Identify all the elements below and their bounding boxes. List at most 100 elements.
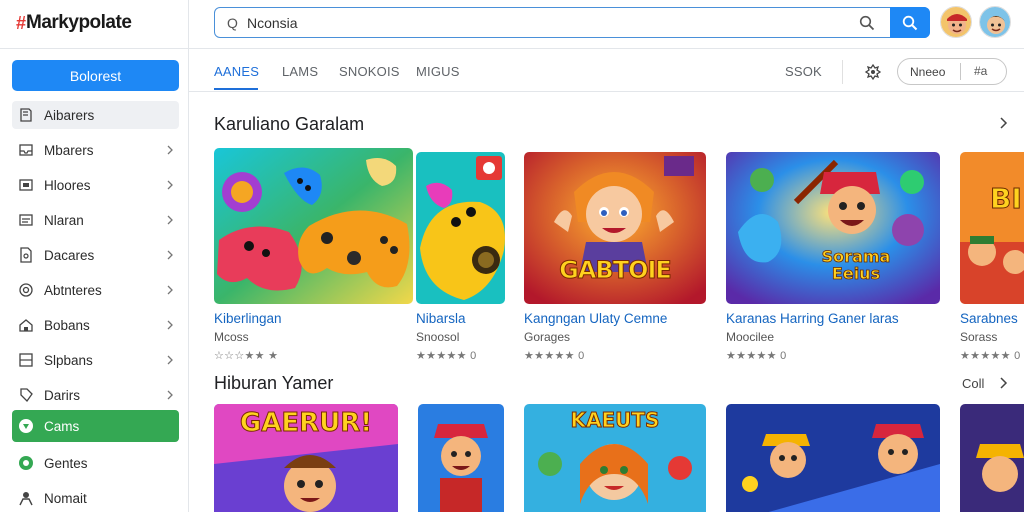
sidebar-item-abtnteres[interactable]: Abtnteres [12,276,179,304]
game-card[interactable]: Sorama Eeius Karanas Harring Ganer laras … [726,152,940,362]
settings-icon[interactable] [864,63,882,81]
game-title[interactable]: Karanas Harring Ganer laras [726,311,899,326]
game-card[interactable]: Nibarsla Snoosol ★★★★★ 0 [416,152,506,362]
sidebar-item-label: Cams [44,418,80,434]
header-divider [189,48,1024,49]
house-icon [18,317,34,333]
game-card[interactable]: Kiberlingan Mcoss ☆☆☆★★ ★ [214,148,414,363]
chevron-right-icon [167,390,173,400]
game-title[interactable]: Sarabnes [960,311,1018,326]
game-title[interactable]: Kangngan Ulaty Cemne [524,311,667,326]
sidebar-item-darirs[interactable]: Darirs [12,381,179,409]
search-icon [902,15,918,30]
see-all-link[interactable]: Coll [962,376,984,391]
game-card[interactable] [960,404,1024,512]
sidebar-item-nlaran[interactable]: Nlaran [12,206,179,234]
sidebar-item-label: Mbarers [44,142,94,158]
sidebar-item-mbarers[interactable]: Mbarers [12,136,179,164]
search-bar[interactable]: Q [214,7,930,38]
filter-toggle-label: Nneeo [910,64,946,79]
section-next-icon[interactable] [998,117,1008,129]
game-card[interactable]: GAERUR! [214,404,398,512]
search-prefix: Q [227,15,238,31]
tag-icon [18,387,34,403]
game-rating: ★★★★★ 0 [524,350,585,362]
game-card[interactable] [418,404,504,512]
filter-icon: #a [974,64,988,78]
chevron-right-icon [167,180,173,190]
game-thumbnail [726,404,940,512]
game-thumbnail: Sorama Eeius [726,152,940,304]
sidebar-item-nomait[interactable]: Nomait [12,484,179,512]
sidebar-item-label: Gentes [44,455,88,471]
app-logo[interactable]: # Markypolate [16,10,132,36]
thumbnail-banner-text: KAEUTS [570,408,660,433]
active-tab-indicator [214,88,258,90]
game-thumbnail [416,152,505,304]
game-card[interactable]: KAEUTS [524,404,706,512]
section-title: Hiburan Yamer [214,373,334,393]
game-rating: ☆☆☆★★ ★ [214,350,279,362]
thumbnail-banner-text: GAERUR! [239,408,373,439]
thumbnail-banner-text: GABTOIE [559,256,673,285]
filter-toggle[interactable]: Nneeo #a [897,58,1007,85]
sidebar-item-gentes[interactable]: Gentes [12,449,179,477]
game-card[interactable]: GABTOIE Kangngan Ulaty Cemne Gorages ★★★… [524,152,706,362]
game-publisher: Gorages [524,330,571,344]
game-publisher: Sorass [960,330,998,344]
avatar[interactable] [940,6,972,38]
sidebar-item-bobans[interactable]: Bobans [12,311,179,339]
thumbnail-banner-text: BI [990,182,1023,216]
inbox-icon [18,142,34,158]
game-rating: ★★★★★ 0 [416,350,477,362]
chevron-right-icon [167,285,173,295]
sort-button[interactable]: SSOK [785,64,822,79]
sidebar-nav: Aibarers Mbarers Hloores Nlaran Dacares … [12,101,179,512]
sidebar-item-label: Dacares [44,247,95,263]
game-card[interactable]: BI Sarabnes Sorass ★★★★★ 0 [960,152,1024,362]
filter-toggle-divider [960,63,961,80]
box-icon [18,177,34,193]
sidebar-item-label: Hloores [44,177,91,193]
thumbnail-banner-text: Sorama Eeius [796,248,916,283]
tab-snokois[interactable]: SNOKOIS [339,64,400,79]
section-title: Karuliano Garalam [214,114,365,134]
sidebar-item-cams[interactable]: Cams [12,410,179,442]
profile-avatar[interactable] [979,6,1011,38]
sidebar-item-dacares[interactable]: Dacares [12,241,179,269]
games-icon [18,418,34,434]
mail-icon [18,212,34,228]
toolbar-separator [842,60,843,84]
sidebar-item-label: Nomait [44,490,87,506]
logo-text: Markypolate [26,12,132,33]
search-input[interactable] [247,12,847,34]
game-title[interactable]: Nibarsla [416,311,466,326]
sidebar-item-hloores[interactable]: Hloores [12,171,179,199]
game-publisher: Moocilee [726,330,775,344]
sidebar-item-label: Abtnteres [44,282,102,298]
game-thumbnail: KAEUTS [524,404,706,512]
tab-lams[interactable]: LAMS [282,64,318,79]
chevron-right-icon [167,320,173,330]
tab-migus[interactable]: MIGUS [416,64,460,79]
search-button[interactable] [890,7,930,38]
chat-icon [18,455,34,471]
game-rating: ★★★★★ 0 [726,350,787,362]
person-icon [18,490,34,506]
primary-action-button[interactable]: Bolorest [12,60,179,91]
chevron-right-icon [167,250,173,260]
sidebar: # Markypolate Bolorest Aibarers Mbarers … [0,0,189,512]
game-thumbnail: GAERUR! [214,404,398,512]
section-next-icon[interactable] [998,377,1008,389]
game-title[interactable]: Kiberlingan [214,311,282,326]
grid-icon [18,352,34,368]
logo-mark: # [16,12,26,33]
chevron-right-icon [167,215,173,225]
game-card[interactable] [726,404,940,512]
search-icon[interactable] [859,15,875,31]
sidebar-item-aibarers[interactable]: Aibarers [12,101,179,129]
sidebar-item-slpbans[interactable]: Slpbans [12,346,179,374]
tab-aanes[interactable]: AANES [214,64,259,79]
game-rating: ★★★★★ 0 [960,350,1021,362]
sidebar-item-label: Bobans [44,317,90,333]
